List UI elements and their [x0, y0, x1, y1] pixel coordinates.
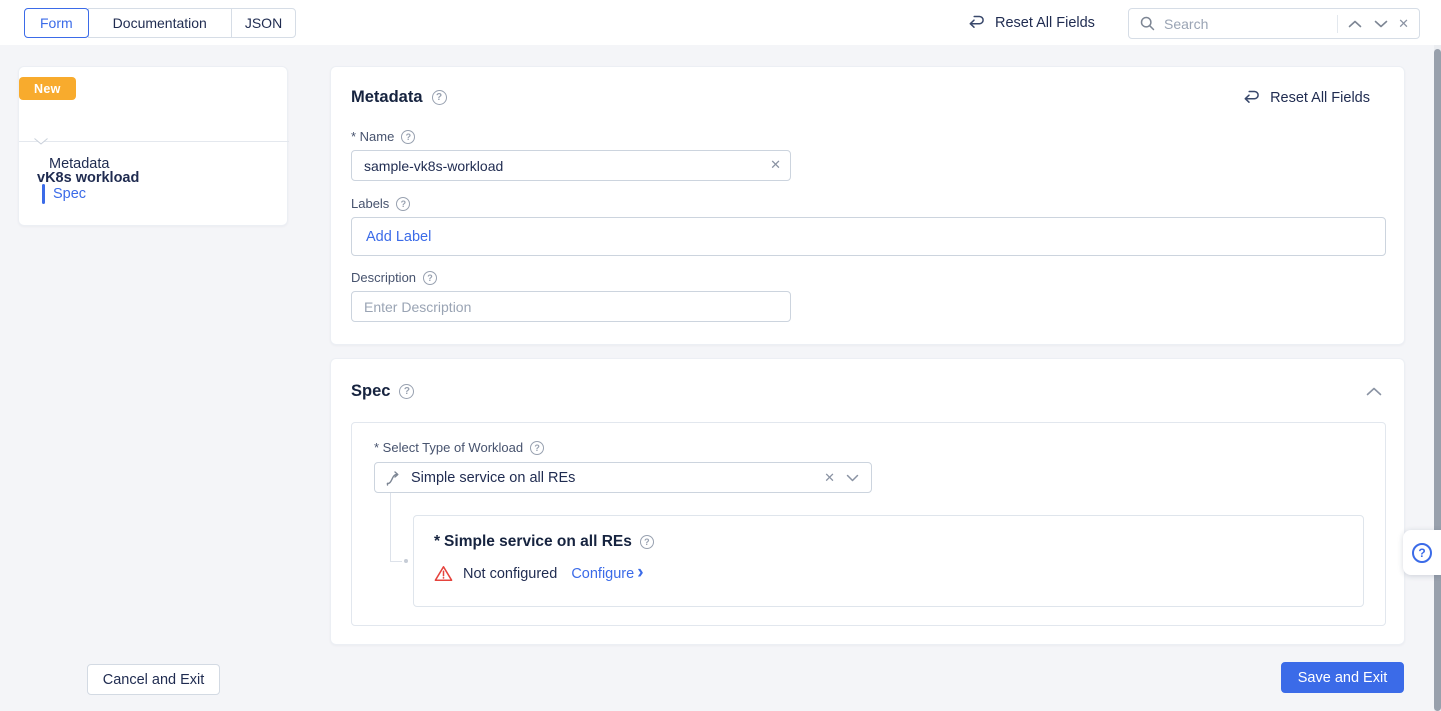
- required-marker: *: [434, 533, 441, 550]
- metadata-section-title: Metadata ?: [351, 88, 447, 107]
- nested-title-text: Simple service on all REs: [444, 533, 632, 550]
- simple-service-config-card: * Simple service on all REs ? Not config…: [413, 515, 1364, 607]
- metadata-section: Metadata ? Reset All Fields * Name ? ✕ L…: [330, 66, 1405, 345]
- configure-link[interactable]: Configure ›: [571, 562, 644, 583]
- name-clear-icon[interactable]: ✕: [770, 158, 781, 171]
- name-field-label: * Name ?: [351, 129, 416, 144]
- help-question-icon: ?: [1412, 542, 1432, 563]
- reset-all-fields-button[interactable]: Reset All Fields: [966, 0, 1095, 45]
- section-reset-all-fields-button[interactable]: Reset All Fields: [1241, 90, 1370, 106]
- page-scrollbar-thumb[interactable]: [1434, 49, 1441, 711]
- save-and-exit-button[interactable]: Save and Exit: [1281, 662, 1404, 693]
- workload-type-value: Simple service on all REs: [411, 469, 576, 486]
- sidebar-divider: [19, 141, 289, 142]
- one-of-branch-icon: [385, 470, 402, 486]
- description-help-icon[interactable]: ?: [423, 270, 438, 285]
- description-input[interactable]: [351, 291, 791, 322]
- labels-label-text: Labels: [351, 196, 390, 211]
- metadata-title-text: Metadata: [351, 88, 423, 106]
- tree-connector-vertical: [390, 493, 391, 562]
- active-item-indicator: [42, 184, 45, 204]
- spec-collapse-icon[interactable]: [1366, 387, 1382, 396]
- nested-card-help-icon[interactable]: ?: [639, 535, 654, 549]
- search-prev-button[interactable]: [1346, 18, 1364, 30]
- add-label-button[interactable]: Add Label: [366, 229, 431, 245]
- not-configured-status: Not configured: [463, 565, 558, 582]
- page-scrollbar-track[interactable]: [1434, 45, 1441, 711]
- reset-all-fields-label: Reset All Fields: [995, 14, 1095, 31]
- new-status-badge: New: [19, 77, 76, 100]
- top-bar: Form Documentation JSON Reset All Fields: [0, 0, 1441, 45]
- name-help-icon[interactable]: ?: [401, 129, 416, 144]
- search-next-button[interactable]: [1372, 18, 1390, 30]
- spec-help-icon[interactable]: ?: [399, 384, 415, 399]
- metadata-help-icon[interactable]: ?: [431, 90, 447, 105]
- workload-type-field-label: * Select Type of Workload ?: [374, 440, 545, 455]
- object-title: vK8s workload: [37, 170, 140, 186]
- description-label-text: Description: [351, 270, 417, 285]
- search-box: ✕: [1128, 8, 1420, 39]
- collapse-notch-icon[interactable]: [34, 138, 48, 145]
- sidebar-item-spec[interactable]: Spec: [53, 186, 86, 202]
- labels-field-label: Labels ?: [351, 196, 411, 211]
- reset-icon: [1241, 90, 1261, 105]
- workload-type-dropdown-icon[interactable]: [844, 472, 861, 484]
- search-close-icon[interactable]: ✕: [1398, 17, 1409, 30]
- search-input[interactable]: [1164, 15, 1330, 32]
- tree-connector-dot: [404, 559, 408, 563]
- spec-section-title: Spec ?: [351, 382, 415, 401]
- tree-connector-horizontal: [390, 561, 402, 562]
- section-reset-label: Reset All Fields: [1270, 89, 1370, 106]
- tab-json[interactable]: JSON: [230, 8, 297, 38]
- tab-documentation[interactable]: Documentation: [87, 8, 232, 38]
- tab-form[interactable]: Form: [24, 8, 89, 38]
- nested-card-title: * Simple service on all REs ?: [434, 533, 654, 551]
- spec-inner-container: * Select Type of Workload ? Simple servi…: [351, 422, 1386, 626]
- chevron-right-icon: ›: [637, 562, 644, 583]
- description-field-label: Description ?: [351, 270, 438, 285]
- workload-type-select[interactable]: Simple service on all REs ✕: [374, 462, 872, 493]
- spec-section: Spec ? * Select Type of Workload ? Simpl…: [330, 358, 1405, 645]
- form-nav-sidebar: New vK8s workload Metadata Spec: [18, 66, 289, 226]
- labels-container: Add Label: [351, 217, 1386, 256]
- name-label-text: * Name: [351, 129, 395, 144]
- workload-type-help-icon[interactable]: ?: [530, 440, 545, 455]
- reset-icon: [966, 15, 986, 30]
- cancel-and-exit-button[interactable]: Cancel and Exit: [87, 664, 220, 695]
- search-icon: [1139, 15, 1156, 32]
- configure-label: Configure: [571, 565, 635, 582]
- spec-title-text: Spec: [351, 382, 391, 400]
- workload-type-label-text: * Select Type of Workload: [374, 440, 524, 455]
- search-divider: [1337, 14, 1339, 33]
- help-floating-button[interactable]: ?: [1403, 530, 1441, 575]
- workload-type-clear-icon[interactable]: ✕: [824, 471, 835, 484]
- warning-triangle-icon: [434, 565, 453, 582]
- sidebar-item-metadata[interactable]: Metadata: [49, 156, 109, 172]
- labels-help-icon[interactable]: ?: [396, 196, 411, 211]
- view-tab-group: Form Documentation JSON: [24, 8, 297, 38]
- name-input[interactable]: [351, 150, 791, 181]
